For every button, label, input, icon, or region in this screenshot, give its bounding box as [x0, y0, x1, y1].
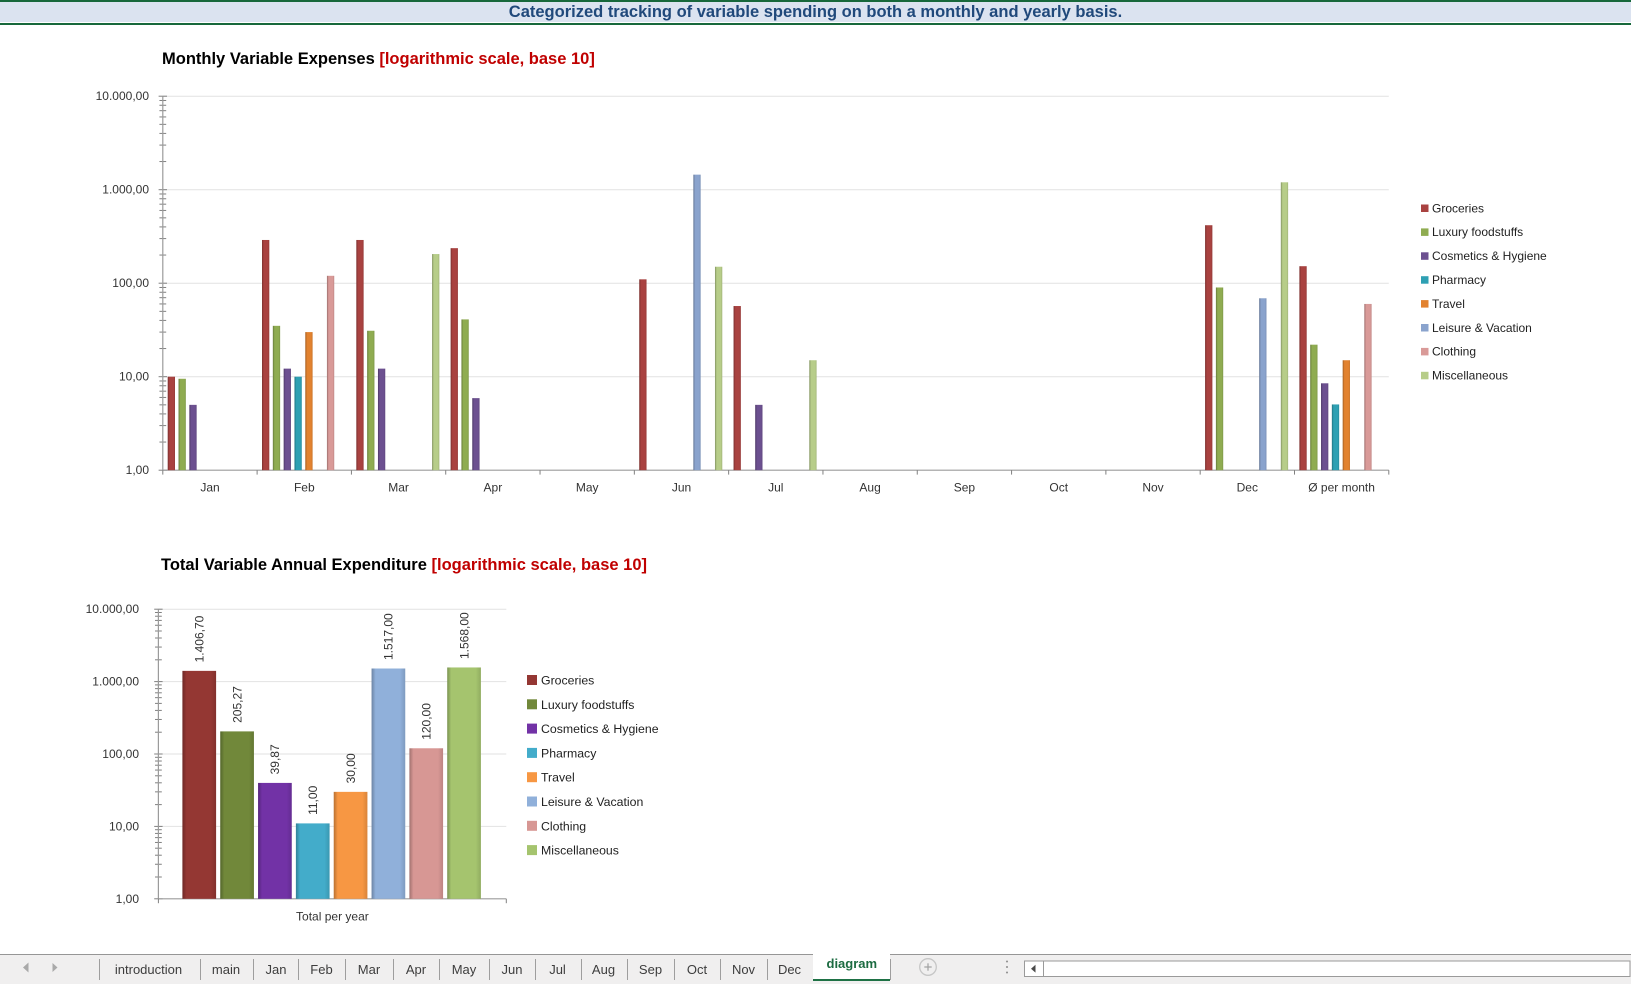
svg-text:May: May [576, 481, 599, 495]
svg-text:Monthly Variable Expenses [log: Monthly Variable Expenses [logarithmic s… [162, 50, 595, 68]
svg-text:1.517,00: 1.517,00 [382, 613, 396, 660]
svg-text:Jul: Jul [768, 481, 783, 495]
svg-text:10,00: 10,00 [109, 819, 139, 833]
svg-text:11,00: 11,00 [306, 785, 320, 814]
svg-text:120,00: 120,00 [419, 703, 433, 740]
svg-text:1,00: 1,00 [126, 463, 150, 477]
svg-text:Groceries: Groceries [541, 674, 594, 688]
svg-text:Luxury foodstuffs: Luxury foodstuffs [541, 698, 634, 712]
svg-text:10.000,00: 10.000,00 [96, 89, 150, 103]
svg-text:Luxury foodstuffs: Luxury foodstuffs [1432, 225, 1523, 239]
svg-text:Sep: Sep [954, 481, 976, 495]
svg-text:Aug: Aug [859, 481, 880, 495]
svg-text:Travel: Travel [1432, 297, 1465, 311]
svg-text:Mar: Mar [388, 481, 409, 495]
svg-text:Leisure & Vacation: Leisure & Vacation [1432, 321, 1532, 335]
svg-text:Jun: Jun [672, 481, 691, 495]
svg-text:1.406,70: 1.406,70 [192, 615, 206, 662]
svg-text:Pharmacy: Pharmacy [1432, 273, 1486, 287]
svg-text:100,00: 100,00 [112, 276, 149, 290]
svg-text:Cosmetics & Hygiene: Cosmetics & Hygiene [541, 722, 659, 736]
svg-text:Total per year: Total per year [296, 910, 369, 924]
svg-text:1,00: 1,00 [116, 892, 140, 906]
svg-text:39,87: 39,87 [268, 744, 282, 774]
svg-text:100,00: 100,00 [102, 747, 139, 761]
svg-text:Miscellaneous: Miscellaneous [1432, 369, 1508, 383]
svg-text:1.000,00: 1.000,00 [92, 675, 139, 689]
svg-text:10.000,00: 10.000,00 [86, 602, 140, 616]
svg-text:Ø per month: Ø per month [1308, 481, 1375, 495]
svg-text:Apr: Apr [484, 481, 503, 495]
svg-text:Jan: Jan [200, 481, 219, 495]
svg-text:Pharmacy: Pharmacy [541, 746, 597, 760]
svg-text:Clothing: Clothing [541, 819, 586, 833]
svg-text:Feb: Feb [294, 481, 315, 495]
svg-text:Clothing: Clothing [1432, 345, 1476, 359]
svg-text:Travel: Travel [541, 771, 575, 785]
svg-text:1.000,00: 1.000,00 [102, 183, 149, 197]
svg-text:Leisure & Vacation: Leisure & Vacation [541, 795, 643, 809]
svg-text:Miscellaneous: Miscellaneous [541, 844, 619, 858]
svg-text:Oct: Oct [1049, 481, 1068, 495]
svg-text:30,00: 30,00 [344, 753, 358, 783]
svg-text:10,00: 10,00 [119, 370, 149, 384]
svg-text:Groceries: Groceries [1432, 201, 1484, 215]
svg-text:Total Variable Annual Expendit: Total Variable Annual Expenditure [logar… [161, 556, 647, 574]
svg-text:Dec: Dec [1237, 481, 1258, 495]
svg-text:1.568,00: 1.568,00 [457, 612, 471, 659]
svg-text:Nov: Nov [1142, 481, 1163, 495]
svg-text:205,27: 205,27 [230, 686, 244, 723]
svg-text:Cosmetics & Hygiene: Cosmetics & Hygiene [1432, 249, 1547, 263]
